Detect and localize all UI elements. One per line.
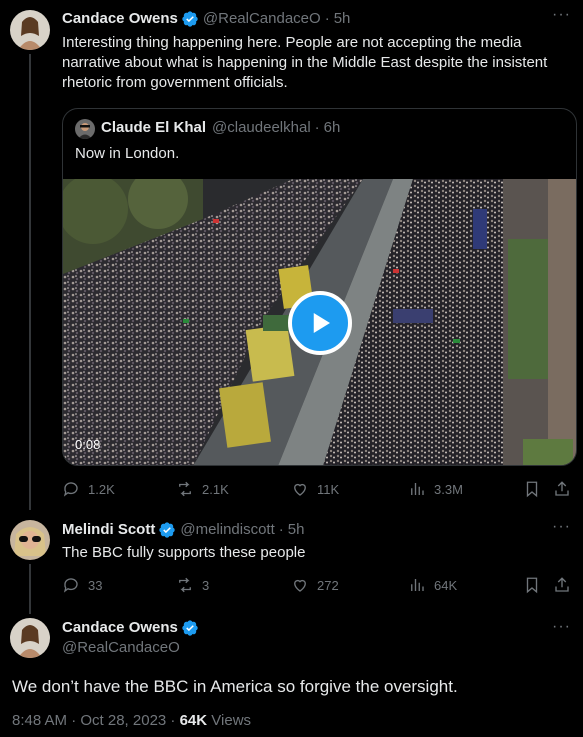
tweet1-header: Candace Owens @RealCandaceO · 5h <box>62 9 350 29</box>
repost-icon <box>179 481 191 497</box>
reply-count: 33 <box>88 577 103 593</box>
reply-button[interactable]: 33 <box>62 576 102 594</box>
quote-author-handle[interactable]: @claudeelkhal <box>212 118 311 138</box>
thread-line-2 <box>29 564 31 614</box>
more-options-icon[interactable]: ··· <box>552 6 571 24</box>
share-icon <box>555 481 569 496</box>
author-handle[interactable]: @RealCandaceO <box>62 638 180 658</box>
view-count: 3.3M <box>434 481 463 497</box>
quote-text: Now in London. <box>75 145 180 162</box>
bookmark-button[interactable] <box>523 480 549 498</box>
like-count: 11K <box>317 481 340 497</box>
author-name[interactable]: Candace Owens <box>62 618 178 638</box>
tweet3-text: We don’t have the BBC in America so forg… <box>12 677 458 696</box>
verified-icon <box>158 521 176 539</box>
avatar-candace[interactable] <box>10 618 50 658</box>
bookmark-button[interactable] <box>523 576 549 594</box>
views-label: Views <box>207 712 252 729</box>
separator: · <box>278 521 284 538</box>
separator: · <box>314 119 320 136</box>
avatar-melindi[interactable] <box>10 520 50 560</box>
share-icon <box>555 577 569 592</box>
repost-icon <box>179 577 191 593</box>
tweet-time[interactable]: 5h <box>288 520 305 540</box>
avatar-candace[interactable] <box>10 10 50 50</box>
thread-line-1 <box>29 54 31 510</box>
tweet-time[interactable]: 5h <box>334 9 351 29</box>
author-handle[interactable]: @RealCandaceO <box>203 9 321 29</box>
avatar-claude[interactable] <box>75 119 95 139</box>
tweet2-actions: 33 3 272 64K <box>62 575 577 595</box>
repost-button[interactable]: 3 <box>176 576 209 594</box>
more-options-icon[interactable]: ··· <box>552 618 571 636</box>
repost-count: 2.1K <box>202 481 229 497</box>
repost-count: 3 <box>202 577 210 593</box>
play-button[interactable] <box>288 291 352 355</box>
quote-time[interactable]: 6h <box>324 118 341 138</box>
quote-header: Claude El Khal @claudeelkhal · 6h <box>101 118 340 138</box>
like-button[interactable]: 272 <box>291 576 339 594</box>
tweet2-header: Melindi Scott @melindiscott · 5h <box>62 520 304 540</box>
quoted-tweet-card[interactable]: Claude El Khal @claudeelkhal · 6h Now in… <box>62 108 577 466</box>
views-icon <box>411 579 424 591</box>
views-button[interactable]: 64K <box>408 576 457 594</box>
repost-button[interactable]: 2.1K <box>176 480 229 498</box>
tweet1-actions: 1.2K 2.1K 11K 3.3M <box>62 479 577 499</box>
share-button[interactable] <box>553 480 579 498</box>
reply-icon <box>63 482 78 497</box>
video-duration: 0:08 <box>75 437 101 452</box>
author-name[interactable]: Candace Owens <box>62 9 178 29</box>
bookmark-icon <box>526 481 538 498</box>
verified-icon <box>181 10 199 28</box>
author-name[interactable]: Melindi Scott <box>62 520 155 540</box>
reply-icon <box>63 578 78 593</box>
like-count: 272 <box>317 577 339 593</box>
tweet2-text: The BBC fully supports these people <box>62 544 306 561</box>
views-icon <box>411 483 424 495</box>
author-handle[interactable]: @melindiscott <box>180 520 274 540</box>
views-button[interactable]: 3.3M <box>408 480 463 498</box>
tweet3-handle-row: @RealCandaceO <box>62 638 180 658</box>
view-count: 64K <box>434 577 458 593</box>
timestamp[interactable]: 8:48 AM · Oct 28, 2023 · <box>12 712 180 729</box>
like-button[interactable]: 11K <box>291 480 339 498</box>
like-icon <box>294 579 306 592</box>
view-count: 64K <box>179 712 208 729</box>
like-icon <box>294 483 306 496</box>
separator: · <box>324 10 330 27</box>
reply-button[interactable]: 1.2K <box>62 480 115 498</box>
tweet1-text: Interesting thing happening here. People… <box>62 34 548 91</box>
quote-author-name[interactable]: Claude El Khal <box>101 118 206 138</box>
tweet3-meta: 8:48 AM · Oct 28, 2023 · 64K Views <box>12 711 251 731</box>
verified-icon <box>181 619 199 637</box>
video-player[interactable]: 0:08 <box>63 179 576 465</box>
bookmark-icon <box>526 577 538 594</box>
tweet3-name-row: Candace Owens <box>62 618 203 638</box>
share-button[interactable] <box>553 576 579 594</box>
reply-count: 1.2K <box>88 481 115 497</box>
play-icon <box>313 313 330 333</box>
more-options-icon[interactable]: ··· <box>552 518 571 536</box>
